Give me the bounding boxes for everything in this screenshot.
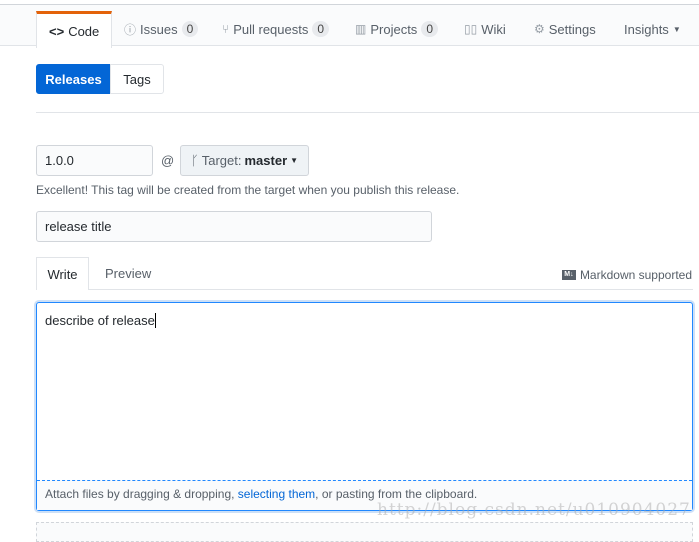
- target-branch-button[interactable]: ᚴ Target: master ▼: [180, 145, 309, 176]
- code-icon: <>: [49, 23, 65, 39]
- tag-help-text: Excellent! This tag will be created from…: [36, 183, 460, 197]
- attach-text: Attach files by dragging & dropping,: [45, 487, 238, 501]
- tab-label: Projects: [370, 21, 418, 37]
- tags-button[interactable]: Tags: [110, 64, 164, 94]
- tab-label: Wiki: [481, 21, 506, 37]
- text-caret: [154, 313, 156, 328]
- book-icon: ▯▯: [464, 22, 478, 36]
- tab-label: Insights: [624, 21, 669, 37]
- markdown-link[interactable]: M↓ Markdown supported: [561, 268, 692, 282]
- markdown-label: Markdown supported: [579, 268, 692, 282]
- preview-tab[interactable]: Preview: [105, 266, 151, 281]
- tab-label: Pull requests: [233, 21, 309, 37]
- attach-text: , or pasting from the clipboard.: [315, 487, 478, 501]
- releases-button[interactable]: Releases: [36, 64, 111, 94]
- branch-icon: ᚴ: [190, 153, 199, 168]
- issue-icon: ⓘ: [124, 22, 137, 37]
- gear-icon: ⚙: [534, 22, 545, 36]
- at-sign: @: [161, 153, 175, 168]
- markdown-icon: M↓: [561, 270, 576, 280]
- tab-label: Issues: [140, 21, 178, 37]
- tab-pull-requests[interactable]: ⑂ Pull requests 0: [222, 11, 330, 47]
- dropzone: [36, 522, 693, 542]
- count-badge: 0: [312, 21, 330, 37]
- caret-down-icon: ▼: [672, 24, 681, 34]
- target-branch: master: [244, 153, 288, 168]
- tab-divider: [36, 289, 693, 290]
- tag-input[interactable]: 1.0.0: [36, 145, 153, 176]
- pull-request-icon: ⑂: [222, 22, 230, 36]
- write-tab[interactable]: Write: [36, 257, 89, 290]
- count-badge: 0: [181, 21, 199, 37]
- tab-issues[interactable]: ⓘ Issues 0: [124, 11, 199, 47]
- watermark: http://blog.csdn.net/u010904027: [377, 500, 691, 520]
- tab-label: Settings: [548, 21, 596, 37]
- divider: [36, 112, 699, 113]
- tab-code[interactable]: <> Code: [36, 11, 113, 48]
- project-icon: ▥: [355, 22, 367, 36]
- tab-label: Code: [68, 23, 100, 39]
- tab-projects[interactable]: ▥ Projects 0: [355, 11, 438, 47]
- description-text: describe of release: [45, 313, 155, 328]
- description-textarea[interactable]: describe of release Attach files by drag…: [36, 302, 693, 511]
- tab-settings[interactable]: ⚙ Settings: [534, 11, 596, 47]
- release-title-input[interactable]: release title: [36, 211, 432, 242]
- tab-wiki[interactable]: ▯▯ Wiki: [464, 11, 506, 47]
- select-files-link[interactable]: selecting them: [238, 487, 315, 501]
- count-badge: 0: [421, 21, 438, 37]
- target-label: Target:: [201, 153, 242, 168]
- caret-down-icon: ▼: [290, 156, 299, 165]
- repo-nav: <> Code ⓘ Issues 0 ⑂ Pull requests 0 ▥ Project…: [0, 4, 699, 48]
- tab-insights[interactable]: Insights ▼: [624, 11, 681, 47]
